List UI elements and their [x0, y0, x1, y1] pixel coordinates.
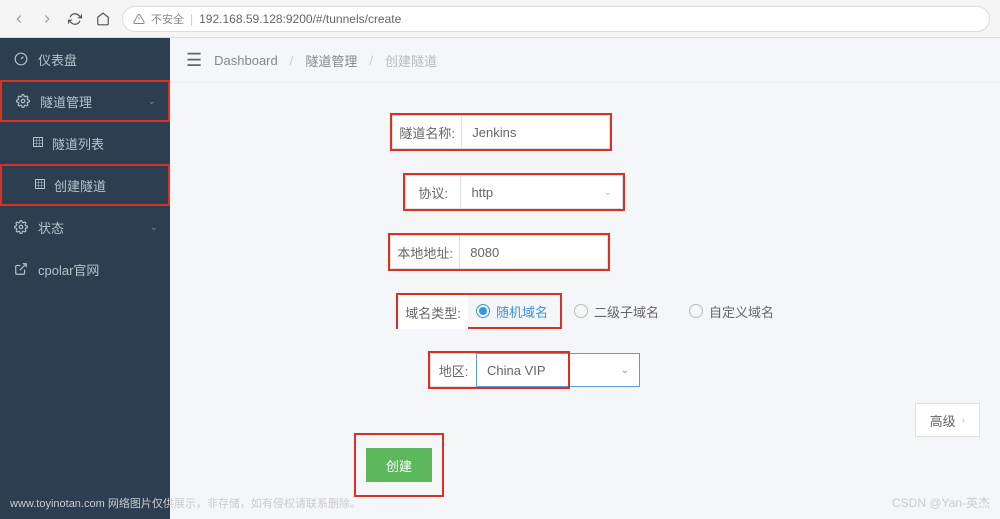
warning-icon: [133, 13, 145, 25]
sidebar: 仪表盘 隧道管理 ⌄ 隧道列表 创建隧道 状态 ⌄: [0, 38, 170, 519]
back-button[interactable]: [10, 10, 28, 28]
protocol-select[interactable]: http ⌄: [460, 175, 623, 209]
sidebar-item-create-tunnel[interactable]: 创建隧道: [0, 164, 170, 206]
reload-button[interactable]: [66, 10, 84, 28]
gear-icon: [16, 94, 30, 108]
url-bar[interactable]: 不安全 | 192.168.59.128:9200/#/tunnels/crea…: [122, 6, 990, 32]
gear-icon: [14, 220, 28, 234]
chevron-down-icon: ⌄: [604, 187, 612, 198]
insecure-label: 不安全: [151, 11, 184, 27]
radio-custom-domain[interactable]: 自定义域名: [689, 302, 774, 321]
breadcrumb-tunnel-mgmt[interactable]: 隧道管理: [305, 51, 357, 70]
sidebar-item-status[interactable]: 状态 ⌄: [0, 206, 170, 248]
dashboard-icon: [14, 52, 28, 66]
grid-icon: [34, 178, 46, 193]
sidebar-item-label: 状态: [38, 218, 64, 237]
sidebar-item-tunnel-mgmt[interactable]: 隧道管理 ⌄: [0, 80, 170, 122]
grid-icon: [32, 136, 44, 151]
tunnel-name-label: 隧道名称:: [392, 115, 461, 149]
chevron-down-icon: ⌄: [148, 96, 156, 107]
local-addr-label: 本地地址:: [390, 235, 459, 269]
breadcrumb-dashboard[interactable]: Dashboard: [214, 53, 278, 68]
tunnel-name-input[interactable]: Jenkins: [461, 115, 610, 149]
external-link-icon: [14, 262, 28, 276]
row-domain-type: 域名类型: 随机域名 二级子域名 自定义域名: [396, 293, 1000, 329]
sidebar-item-label: 隧道列表: [52, 134, 104, 153]
sidebar-item-label: 隧道管理: [40, 92, 92, 111]
protocol-label: 协议:: [405, 175, 460, 209]
region-select[interactable]: ⌄: [570, 353, 640, 387]
form-content: 隧道名称: Jenkins 协议: http ⌄ 本地地址: 8080 域名类型…: [170, 83, 1000, 519]
sidebar-item-tunnel-list[interactable]: 隧道列表: [0, 122, 170, 164]
chevron-right-icon: ›: [962, 415, 965, 426]
breadcrumb-current: 创建隧道: [385, 51, 437, 70]
radio-icon: [574, 304, 588, 318]
radio-sub-domain[interactable]: 二级子域名: [574, 302, 659, 321]
region-value: China VIP: [476, 353, 568, 387]
sidebar-item-official[interactable]: cpolar官网: [0, 248, 170, 290]
main-content: ☰ Dashboard / 隧道管理 / 创建隧道 隧道名称: Jenkins …: [170, 38, 1000, 519]
submit-wrap: 创建: [354, 433, 444, 497]
local-addr-input[interactable]: 8080: [459, 235, 608, 269]
row-local-addr: 本地地址: 8080: [388, 233, 610, 271]
sidebar-item-label: 仪表盘: [38, 50, 77, 69]
region-label: 地区:: [430, 353, 476, 387]
sidebar-item-label: cpolar官网: [38, 260, 99, 279]
forward-button[interactable]: [38, 10, 56, 28]
domain-type-label: 域名类型:: [398, 295, 468, 329]
radio-random-domain[interactable]: 随机域名: [468, 295, 556, 327]
radio-icon: [689, 304, 703, 318]
row-protocol: 协议: http ⌄: [403, 173, 625, 211]
sidebar-item-label: 创建隧道: [54, 176, 106, 195]
url-text: 192.168.59.128:9200/#/tunnels/create: [199, 12, 401, 26]
footer-disclaimer: www.toyinotan.com 网络图片仅供展示，非存储，如有侵权请联系删除…: [10, 495, 361, 511]
menu-toggle-icon[interactable]: ☰: [186, 50, 202, 71]
topbar: ☰ Dashboard / 隧道管理 / 创建隧道: [170, 38, 1000, 83]
advanced-button[interactable]: 高级 ›: [915, 403, 980, 437]
home-button[interactable]: [94, 10, 112, 28]
radio-icon: [476, 304, 490, 318]
watermark: CSDN @Yan-英杰: [892, 494, 990, 511]
row-region: 地区: China VIP ⌄: [428, 351, 1000, 389]
submit-button[interactable]: 创建: [366, 448, 432, 482]
chevron-down-icon: ⌄: [150, 222, 158, 233]
browser-bar: 不安全 | 192.168.59.128:9200/#/tunnels/crea…: [0, 0, 1000, 38]
sidebar-item-dashboard[interactable]: 仪表盘: [0, 38, 170, 80]
row-tunnel-name: 隧道名称: Jenkins: [390, 113, 612, 151]
chevron-down-icon: ⌄: [621, 365, 629, 376]
